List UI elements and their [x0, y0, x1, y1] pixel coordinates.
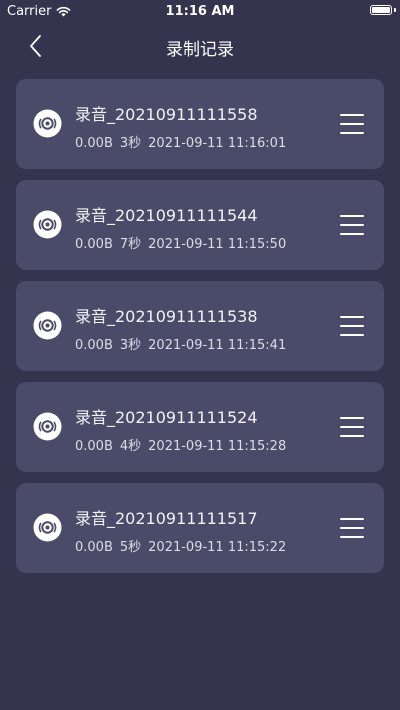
- recording-list: 录音_20210911111558 0.00B 3秒 2021-09-11 11:1…: [16, 79, 384, 584]
- recording-meta: 0.00B 3秒 2021-09-11 11:16:01: [75, 132, 286, 151]
- recording-name: 录音_20210911111544: [75, 206, 258, 225]
- audio-disc-icon: [33, 109, 62, 138]
- audio-disc-icon: [33, 513, 62, 542]
- status-bar: Carrier 11:16 AM: [0, 0, 400, 24]
- recording-size: 0.00B: [75, 540, 113, 555]
- recording-name: 录音_20210911111538: [75, 307, 258, 326]
- recording-datetime: 2021-09-11 11:15:28: [148, 439, 287, 454]
- recording-datetime: 2021-09-11 11:16:01: [148, 136, 287, 151]
- battery-tip: [394, 8, 396, 12]
- nav-bar: 录制记录: [0, 24, 400, 68]
- recording-name: 录音_20210911111524: [75, 408, 258, 427]
- recording-duration: 5秒: [119, 540, 142, 555]
- recording-datetime: 2021-09-11 11:15:41: [148, 338, 287, 353]
- audio-disc-icon: [33, 412, 62, 441]
- recording-size: 0.00B: [75, 338, 113, 353]
- menu-icon[interactable]: [340, 315, 364, 337]
- recording-datetime: 2021-09-11 11:15:50: [148, 237, 287, 252]
- recording-meta: 0.00B 4秒 2021-09-11 11:15:28: [75, 435, 286, 454]
- recording-duration: 3秒: [119, 338, 142, 353]
- audio-disc-icon: [33, 311, 62, 340]
- menu-icon[interactable]: [340, 214, 364, 236]
- battery-icon: [370, 5, 392, 15]
- recording-item[interactable]: 录音_20210911111538 0.00B 3秒 2021-09-11 11:1…: [16, 281, 384, 371]
- recording-item[interactable]: 录音_20210911111544 0.00B 7秒 2021-09-11 11:1…: [16, 180, 384, 270]
- recording-item[interactable]: 录音_20210911111558 0.00B 3秒 2021-09-11 11:1…: [16, 79, 384, 169]
- recording-item[interactable]: 录音_20210911111517 0.00B 5秒 2021-09-11 11:1…: [16, 483, 384, 573]
- menu-icon[interactable]: [340, 113, 364, 135]
- recording-duration: 3秒: [119, 136, 142, 151]
- page-title: 录制记录: [166, 40, 234, 60]
- recording-duration: 4秒: [119, 439, 142, 454]
- recording-datetime: 2021-09-11 11:15:22: [148, 540, 287, 555]
- recording-meta: 0.00B 5秒 2021-09-11 11:15:22: [75, 536, 286, 555]
- recording-size: 0.00B: [75, 136, 113, 151]
- recording-duration: 7秒: [119, 237, 142, 252]
- audio-disc-icon: [33, 210, 62, 239]
- menu-icon[interactable]: [340, 517, 364, 539]
- recording-item[interactable]: 录音_20210911111524 0.00B 4秒 2021-09-11 11:1…: [16, 382, 384, 472]
- clock: 11:16 AM: [165, 4, 235, 19]
- recording-meta: 0.00B 7秒 2021-09-11 11:15:50: [75, 233, 286, 252]
- recording-name: 录音_20210911111558: [75, 105, 258, 124]
- recording-size: 0.00B: [75, 237, 113, 252]
- recording-size: 0.00B: [75, 439, 113, 454]
- menu-icon[interactable]: [340, 416, 364, 438]
- recording-name: 录音_20210911111517: [75, 509, 258, 528]
- recording-meta: 0.00B 3秒 2021-09-11 11:15:41: [75, 334, 286, 353]
